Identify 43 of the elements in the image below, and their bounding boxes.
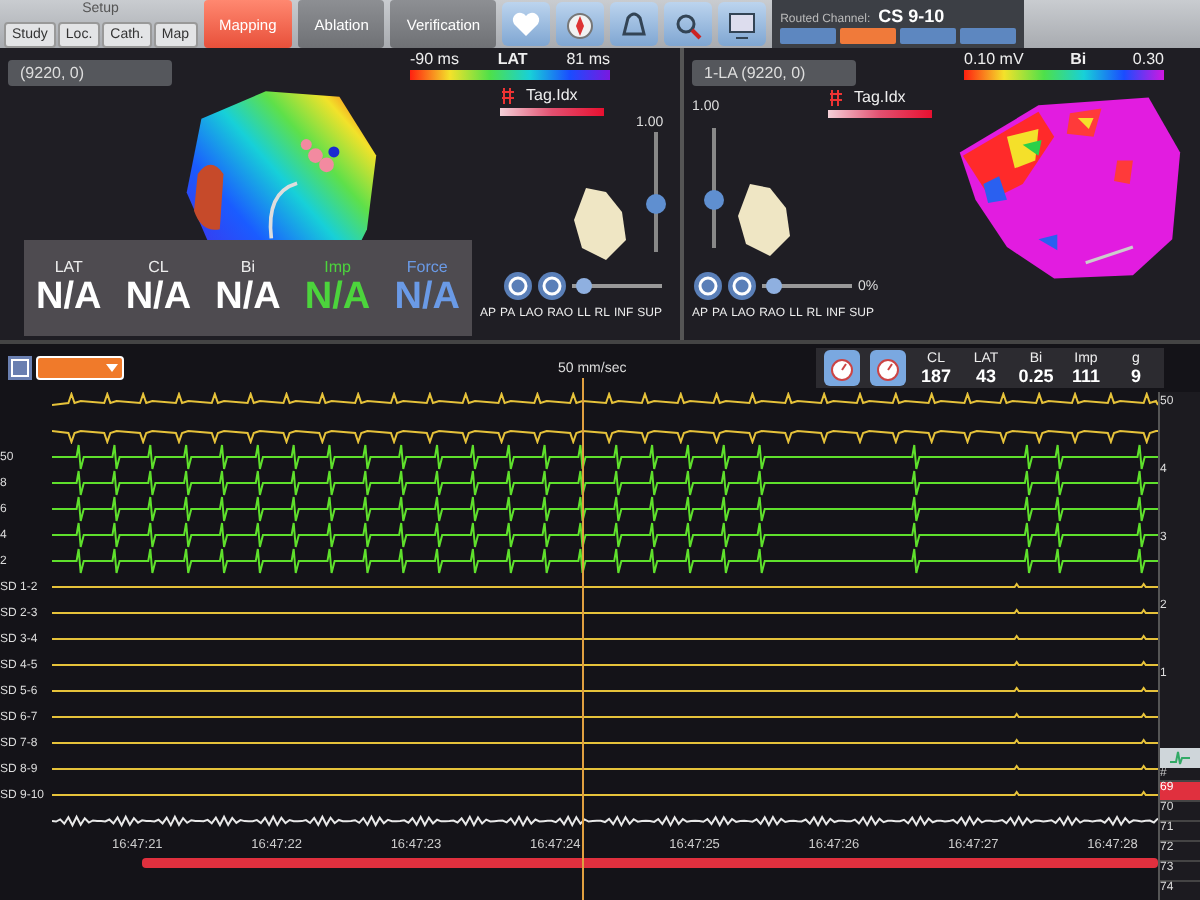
readout-value: N/A	[125, 275, 192, 319]
stopwatch-button[interactable]	[824, 350, 860, 386]
readout-label: Bi	[240, 257, 256, 275]
map-name-field[interactable]: 1-LA (9220, 0)	[692, 60, 856, 86]
compass-button[interactable]	[556, 2, 605, 46]
scale-max: 81 ms	[566, 50, 610, 68]
readout-label: CL	[148, 257, 169, 275]
routed-channel-value: CS 9-10	[878, 5, 945, 25]
slider-thumb[interactable]	[704, 190, 724, 211]
map-name-field[interactable]: (9220, 0)	[8, 60, 172, 86]
scale-max: 0.30	[1132, 50, 1164, 68]
reading-value: 111	[1071, 365, 1101, 385]
slider-thumb[interactable]	[765, 278, 782, 294]
reading-value: 187	[920, 365, 952, 385]
readout-value: N/A	[304, 275, 371, 319]
scale-min: 0.10 mV	[964, 50, 1024, 68]
tag-index-bar	[828, 110, 932, 118]
reading-value: 0.25	[1018, 365, 1054, 385]
scale-title: LAT	[497, 50, 528, 68]
bell-button[interactable]	[610, 2, 659, 46]
tag-index-bar	[500, 108, 604, 116]
readout-label: Imp	[324, 257, 351, 275]
heart-model-drawing	[734, 180, 794, 260]
tag-index-label: Tag.Idx	[522, 86, 582, 104]
readout-label: LAT	[54, 257, 83, 275]
readout-value: N/A	[36, 275, 102, 319]
caret-icon	[106, 364, 118, 372]
dropdown-field[interactable]	[36, 356, 124, 380]
scale-title: Bi	[1070, 50, 1087, 68]
slider-thumb[interactable]	[575, 278, 592, 294]
reading-value: 43	[975, 365, 996, 385]
stopwatch-icon	[828, 354, 856, 382]
waveform-icon	[1170, 750, 1190, 766]
monitor-button[interactable]	[718, 2, 767, 46]
scale-min: -90 ms	[410, 50, 459, 68]
readout-value: N/A	[394, 275, 460, 319]
reading-value: 9	[1130, 365, 1141, 385]
readout-value: N/A	[215, 275, 281, 319]
magnifier-button[interactable]	[664, 2, 713, 46]
heart-model-drawing	[570, 184, 630, 264]
tag-index-label: Tag.Idx	[850, 88, 910, 106]
slider-thumb[interactable]	[646, 194, 666, 215]
readout-label: Force	[406, 257, 448, 275]
